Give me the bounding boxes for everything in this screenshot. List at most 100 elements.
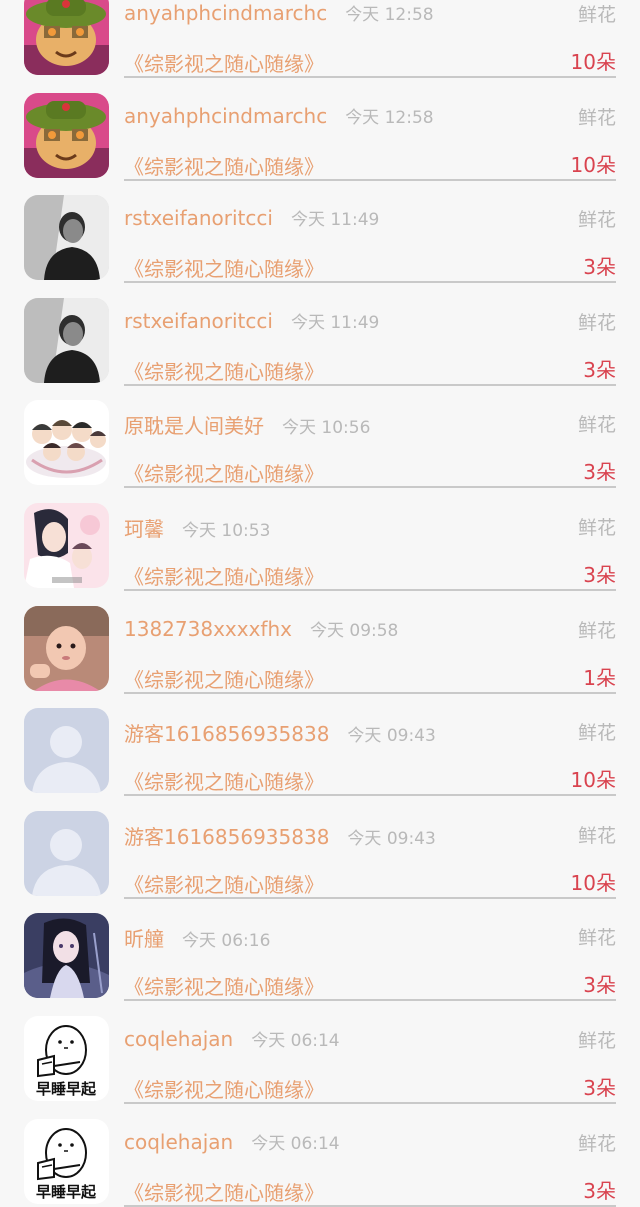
avatar[interactable]: 早睡早起	[24, 1015, 109, 1101]
avatar[interactable]: 早睡早起	[24, 1118, 109, 1204]
avatar[interactable]	[24, 502, 109, 588]
flower-count: 3朵	[583, 255, 616, 280]
user-name[interactable]: rstxeifanoritcci 今天 11:49	[124, 205, 379, 230]
avatar-caption: 早睡早起	[36, 1183, 97, 1201]
user-name[interactable]: coqlehajan 今天 06:14	[124, 1026, 340, 1051]
user-name[interactable]: anyahphcindmarchc 今天 12:58	[124, 103, 434, 128]
book-title-link[interactable]: 《综影视之随心随缘》	[124, 151, 324, 180]
timestamp: 今天 10:53	[182, 520, 271, 541]
list-item[interactable]: 游客1616856935838 今天 09:43 鲜花 《综影视之随心随缘》 10…	[0, 692, 640, 797]
avatar[interactable]	[24, 195, 109, 281]
flower-count: 1朵	[583, 665, 616, 690]
book-title-link[interactable]: 《综影视之随心随缘》	[124, 971, 324, 1000]
flower-count: 3朵	[583, 357, 616, 382]
timestamp: 今天 06:14	[251, 1030, 340, 1051]
user-name-text: rstxeifanoritcci	[124, 206, 273, 231]
gift-type-label: 鲜花	[577, 927, 616, 950]
gift-type-label: 鲜花	[577, 722, 616, 745]
user-name-text: anyahphcindmarchc	[124, 1, 328, 25]
avatar[interactable]	[24, 0, 109, 75]
timestamp: 今天 09:43	[347, 828, 436, 849]
list-item[interactable]: 原耽是人间美好 今天 10:56 鲜花 《综影视之随心随缘》 3朵	[0, 384, 640, 489]
timestamp: 今天 06:16	[182, 931, 271, 952]
list-item[interactable]: rstxeifanoritcci 今天 11:49 鲜花 《综影视之随心随缘》 3…	[0, 179, 640, 284]
book-title-link[interactable]: 《综影视之随心随缘》	[124, 48, 324, 77]
list-item[interactable]: 珂馨 今天 10:53 鲜花 《综影视之随心随缘》 3朵	[0, 487, 640, 591]
timestamp: 今天 12:58	[345, 107, 434, 128]
user-name[interactable]: rstxeifanoritcci 今天 11:49	[124, 308, 379, 333]
flower-count: 3朵	[583, 973, 616, 998]
list-item[interactable]: 游客1616856935838 今天 09:43 鲜花 《综影视之随心随缘》 10…	[0, 795, 640, 899]
user-name[interactable]: 原耽是人间美好 今天 10:56	[124, 410, 370, 439]
book-title-link[interactable]: 《综影视之随心随缘》	[124, 1177, 324, 1206]
user-name[interactable]: 游客1616856935838 今天 09:43	[124, 718, 436, 747]
avatar[interactable]	[24, 605, 109, 691]
book-title-link[interactable]: 《综影视之随心随缘》	[124, 664, 324, 693]
user-name[interactable]: 游客1616856935838 今天 09:43	[124, 821, 436, 850]
gift-type-label: 鲜花	[577, 209, 616, 232]
book-title-link[interactable]: 《综影视之随心随缘》	[124, 1074, 324, 1103]
flower-count: 10朵	[570, 870, 616, 895]
gift-type-label: 鲜花	[577, 414, 616, 437]
timestamp: 今天 11:49	[290, 210, 380, 231]
book-title-link[interactable]: 《综影视之随心随缘》	[124, 458, 324, 487]
avatar[interactable]	[24, 708, 109, 794]
book-title-link[interactable]: 《综影视之随心随缘》	[124, 253, 324, 282]
user-name[interactable]: 珂馨 今天 10:53	[124, 513, 270, 542]
avatar[interactable]	[24, 810, 109, 896]
user-name-text: rstxeifanoritcci	[124, 308, 273, 333]
user-name[interactable]: 1382738xxxxfhx 今天 09:58	[124, 616, 398, 641]
flower-count: 3朵	[583, 1178, 616, 1203]
gift-type-label: 鲜花	[577, 516, 616, 539]
flower-count: 3朵	[583, 460, 616, 485]
avatar[interactable]	[24, 913, 109, 999]
user-name[interactable]: 昕艟 今天 06:16	[124, 923, 270, 952]
user-name-text: coqlehajan	[124, 1026, 234, 1051]
avatar[interactable]	[24, 400, 109, 486]
gift-type-label: 鲜花	[577, 1132, 616, 1155]
user-name-text: 昕艟	[124, 927, 164, 952]
timestamp: 今天 09:58	[309, 620, 399, 641]
list-item[interactable]: anyahphcindmarchc 今天 12:58 鲜花 《综影视之随心随缘》 …	[0, 0, 640, 78]
list-item[interactable]: 昕艟 今天 06:16 鲜花 《综影视之随心随缘》 3朵	[0, 897, 640, 1002]
flower-count: 3朵	[583, 562, 616, 587]
flower-count: 10朵	[570, 50, 616, 74]
timestamp: 今天 11:49	[290, 312, 380, 333]
gift-type-label: 鲜花	[577, 619, 616, 642]
user-name-text: 珂馨	[124, 516, 164, 541]
flower-count: 10朵	[570, 768, 616, 793]
gift-type-label: 鲜花	[577, 4, 616, 26]
divider	[124, 1204, 616, 1207]
user-name-text: 游客1616856935838	[124, 722, 330, 747]
gift-type-label: 鲜花	[577, 311, 616, 334]
user-name-text: 原耽是人间美好	[124, 414, 264, 439]
gift-type-label: 鲜花	[577, 824, 616, 847]
flower-count: 10朵	[570, 152, 616, 177]
gift-record-list: anyahphcindmarchc 今天 12:58 鲜花 《综影视之随心随缘》 …	[0, 0, 640, 1207]
book-title-link[interactable]: 《综影视之随心随缘》	[124, 561, 324, 590]
list-item[interactable]: 早睡早起 coqlehajan 今天 06:14 鲜花 《综影视之随心随缘》 3朵	[0, 1000, 640, 1104]
user-name-text: 游客1616856935838	[124, 824, 330, 849]
user-name[interactable]: coqlehajan 今天 06:14	[124, 1129, 340, 1154]
user-name-text: anyahphcindmarchc	[124, 103, 328, 128]
flower-count: 3朵	[583, 1075, 616, 1100]
user-name[interactable]: anyahphcindmarchc 今天 12:58	[124, 0, 434, 25]
book-title-link[interactable]: 《综影视之随心随缘》	[124, 356, 324, 385]
timestamp: 今天 06:14	[251, 1133, 340, 1154]
list-item[interactable]: rstxeifanoritcci 今天 11:49 鲜花 《综影视之随心随缘》 3…	[0, 282, 640, 386]
book-title-link[interactable]: 《综影视之随心随缘》	[124, 869, 324, 898]
user-name-text: 1382738xxxxfhx	[124, 616, 292, 641]
timestamp: 今天 12:58	[345, 5, 434, 25]
avatar-caption: 早睡早起	[36, 1080, 97, 1098]
user-name-text: coqlehajan	[124, 1129, 234, 1154]
gift-type-label: 鲜花	[577, 106, 616, 129]
avatar[interactable]	[24, 297, 109, 383]
list-item[interactable]: 1382738xxxxfhx 今天 09:58 鲜花 《综影视之随心随缘》 1朵	[0, 590, 640, 694]
timestamp: 今天 10:56	[282, 418, 371, 439]
gift-type-label: 鲜花	[577, 1029, 616, 1052]
book-title-link[interactable]: 《综影视之随心随缘》	[124, 766, 324, 795]
list-item[interactable]: anyahphcindmarchc 今天 12:58 鲜花 《综影视之随心随缘》 …	[0, 77, 640, 181]
avatar[interactable]	[24, 92, 109, 178]
list-item[interactable]: 早睡早起 coqlehajan 今天 06:14 鲜花 《综影视之随心随缘》 3朵	[0, 1103, 640, 1207]
timestamp: 今天 09:43	[347, 726, 436, 747]
